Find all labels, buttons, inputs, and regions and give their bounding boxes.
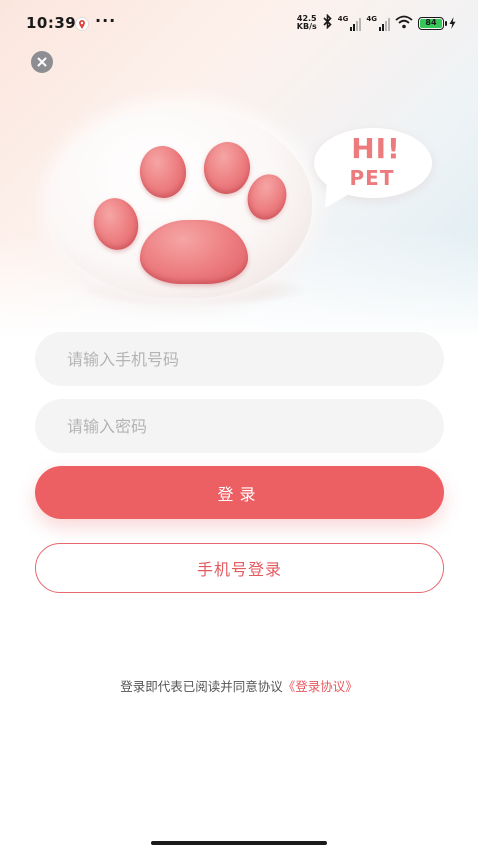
network-speed-unit: KB/s <box>296 22 317 31</box>
notification-icon <box>75 16 89 31</box>
network-speed: 42.5 KB/s <box>297 15 317 31</box>
login-button[interactable]: 登录 <box>35 466 444 519</box>
bubble-pet-text: PET <box>349 166 395 190</box>
home-indicator[interactable] <box>151 841 327 845</box>
charging-icon <box>449 14 456 33</box>
signal-1-label: 4G <box>337 15 349 23</box>
signal-2-label: 4G <box>366 15 377 23</box>
battery-level: 84 <box>420 18 442 28</box>
agreement-text: 登录即代表已阅读并同意协议 <box>120 679 283 694</box>
signal-icon: 4G <box>338 15 362 31</box>
password-input[interactable] <box>35 399 444 453</box>
status-indicators: 42.5 KB/s 4G 4G 84 <box>297 13 456 33</box>
phone-input[interactable] <box>35 332 444 386</box>
paw-pad <box>140 220 248 284</box>
bubble-greeting: HI! <box>351 132 401 165</box>
more-notifications-icon: ··· <box>95 11 117 30</box>
bluetooth-icon <box>322 13 333 33</box>
battery-icon: 84 <box>418 16 447 30</box>
paw-illustration <box>40 98 320 308</box>
close-button[interactable] <box>31 51 53 73</box>
close-icon <box>36 53 48 72</box>
agreement-notice: 登录即代表已阅读并同意协议《登录协议》 <box>0 676 478 695</box>
wifi-icon <box>395 14 413 33</box>
status-bar: 10:39 ··· 42.5 KB/s 4G 4G 84 <box>0 0 478 48</box>
phone-login-button[interactable]: 手机号登录 <box>35 543 444 593</box>
status-time: 10:39 <box>26 14 77 32</box>
agreement-link[interactable]: 《登录协议》 <box>283 679 358 694</box>
signal-icon: 4G <box>366 15 390 31</box>
